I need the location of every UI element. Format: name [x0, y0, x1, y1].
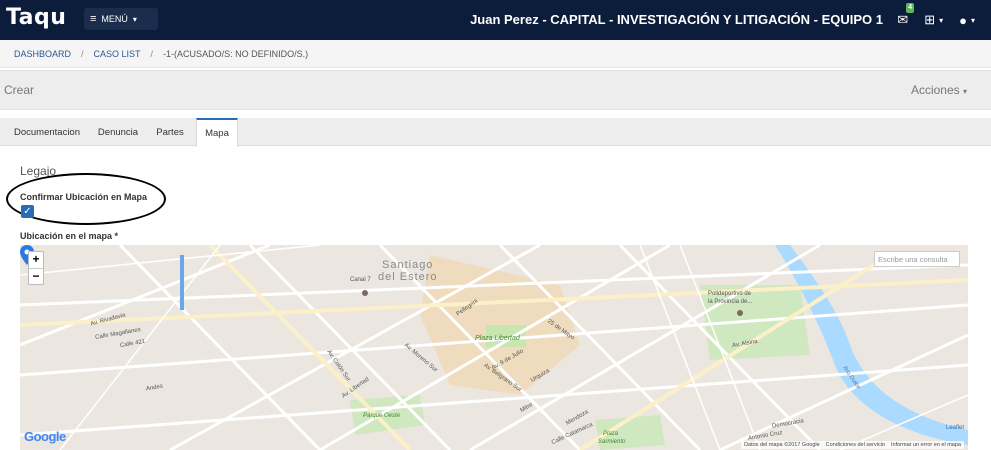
map-label-parque-oeste: Parque Oeste [363, 413, 401, 419]
map-search-input[interactable]: Escribe una consulta [874, 251, 960, 267]
map-zoom-control: + − [28, 251, 44, 285]
user-context-text: Juan Perez - CAPITAL - INVESTIGACIÓN Y L… [470, 12, 883, 27]
user-icon: ● [959, 12, 967, 28]
page-titlebar: Crear Acciones ▾ [0, 70, 991, 110]
breadcrumb-current: -1-(ACUSADO/S: NO DEFINIDO/S.) [163, 48, 309, 59]
tab-denuncia[interactable]: Denuncia [90, 118, 146, 146]
menu-button[interactable]: ≡ MENÚ ▾ [84, 8, 158, 30]
breadcrumb: DASHBOARD / CASO LIST / -1-(ACUSADO/S: N… [0, 40, 991, 68]
map-view[interactable]: Santiago del Estero Plaza Libertad Canal… [20, 245, 968, 450]
page-title: Crear [4, 83, 35, 97]
tab-partes[interactable]: Partes [146, 118, 194, 146]
attribution-terms-link[interactable]: Condiciones del servicio [826, 442, 885, 448]
attribution-report-link[interactable]: Informar un error en el mapa [891, 442, 961, 448]
envelope-icon: ✉ [897, 12, 909, 27]
user-menu-button[interactable]: ● ▾ [959, 13, 975, 28]
map-field-label: Ubicación en el mapa * [20, 231, 119, 241]
confirm-location-checkbox[interactable]: ✓ [21, 205, 34, 218]
caret-down-icon: ▾ [132, 14, 137, 24]
map-label-canal-7: Canal 7 [350, 277, 371, 283]
actions-dropdown[interactable]: Acciones ▾ [911, 83, 967, 97]
app-logo[interactable]: Taqu [6, 5, 66, 30]
map-label-polideportivo-1: Polideportivo de [708, 291, 752, 297]
attribution-data: Datos del mapa ©2017 Google [744, 442, 820, 448]
top-actions: ✉ 4 ⊞ ▾ ● ▾ [897, 0, 991, 40]
plus-square-icon: ⊞ [924, 12, 936, 27]
leaflet-link[interactable]: Leaflet [946, 425, 964, 431]
caret-down-icon: ▾ [939, 15, 944, 25]
zoom-in-button[interactable]: + [29, 252, 43, 268]
map-label-polideportivo-2: la Provincia de... [708, 299, 753, 305]
add-menu-button[interactable]: ⊞ ▾ [924, 12, 943, 28]
map-label-plaza-sarmiento-2: Sarmiento [598, 439, 626, 445]
tab-content-area: Documentacion Denuncia Partes Mapa Legaj… [0, 110, 991, 450]
google-logo: Google [24, 429, 66, 444]
map-label-santiago: Santiago [382, 259, 434, 271]
inbox-badge: 4 [906, 3, 915, 13]
tab-documentacion[interactable]: Documentacion [4, 118, 90, 146]
zoom-out-button[interactable]: − [29, 268, 43, 284]
actions-label: Acciones [910, 83, 960, 97]
hamburger-icon: ≡ [90, 13, 97, 25]
top-navbar: Taqu ≡ MENÚ ▾ Juan Perez - CAPITAL - INV… [0, 0, 991, 40]
confirm-location-label: Confirmar Ubicación en Mapa [20, 192, 148, 202]
map-label-del-estero: del Estero [378, 271, 438, 283]
inbox-button[interactable]: ✉ 4 [897, 3, 915, 28]
caret-down-icon: ▾ [962, 87, 967, 96]
tab-bar: Documentacion Denuncia Partes Mapa [0, 118, 991, 147]
caret-down-icon: ▾ [970, 15, 975, 25]
breadcrumb-dashboard[interactable]: DASHBOARD [14, 49, 71, 59]
map-streets [20, 245, 968, 450]
map-attribution: Datos del mapa ©2017 Google Condiciones … [741, 441, 964, 449]
breadcrumb-separator: / [81, 48, 84, 59]
tab-mapa[interactable]: Mapa [196, 118, 238, 147]
map-label-plaza-sarmiento-1: Plaza [603, 431, 619, 437]
menu-button-label: MENÚ [101, 14, 128, 24]
map-label-plaza-libertad: Plaza Libertad [475, 335, 520, 342]
breadcrumb-separator: / [150, 48, 154, 59]
breadcrumb-caso-list[interactable]: CASO LIST [94, 49, 141, 59]
